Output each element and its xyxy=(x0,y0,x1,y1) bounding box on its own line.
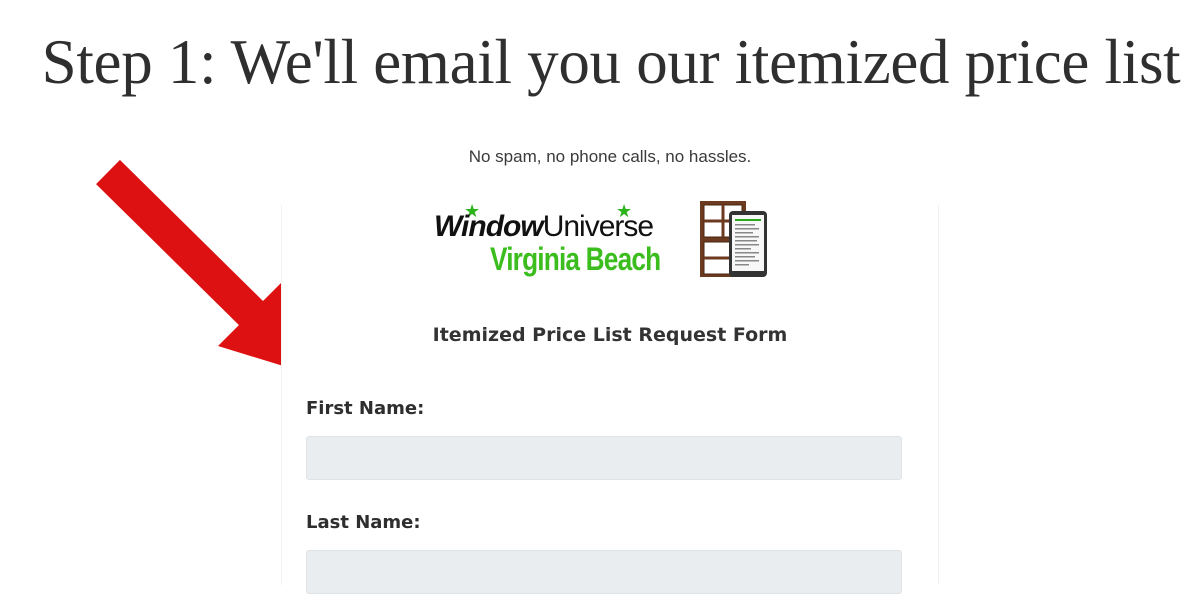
last-name-input[interactable] xyxy=(306,550,902,594)
first-name-label: First Name: xyxy=(306,398,425,419)
first-name-input[interactable] xyxy=(306,436,902,480)
logo-word-window: Window xyxy=(434,210,544,243)
form-title: Itemized Price List Request Form xyxy=(432,324,788,346)
price-list-form: ★ ★ WindowUniverse Virginia Beach Itemiz… xyxy=(281,201,939,594)
price-sheet-tablet-icon xyxy=(729,211,767,277)
logo-location: Virginia Beach xyxy=(490,241,661,277)
last-name-label: Last Name: xyxy=(306,512,421,533)
window-universe-logo: ★ ★ WindowUniverse Virginia Beach xyxy=(432,201,792,285)
logo-word-universe: Universe xyxy=(542,210,654,243)
page-heading: Step 1: We'll email you our itemized pri… xyxy=(41,27,1181,97)
